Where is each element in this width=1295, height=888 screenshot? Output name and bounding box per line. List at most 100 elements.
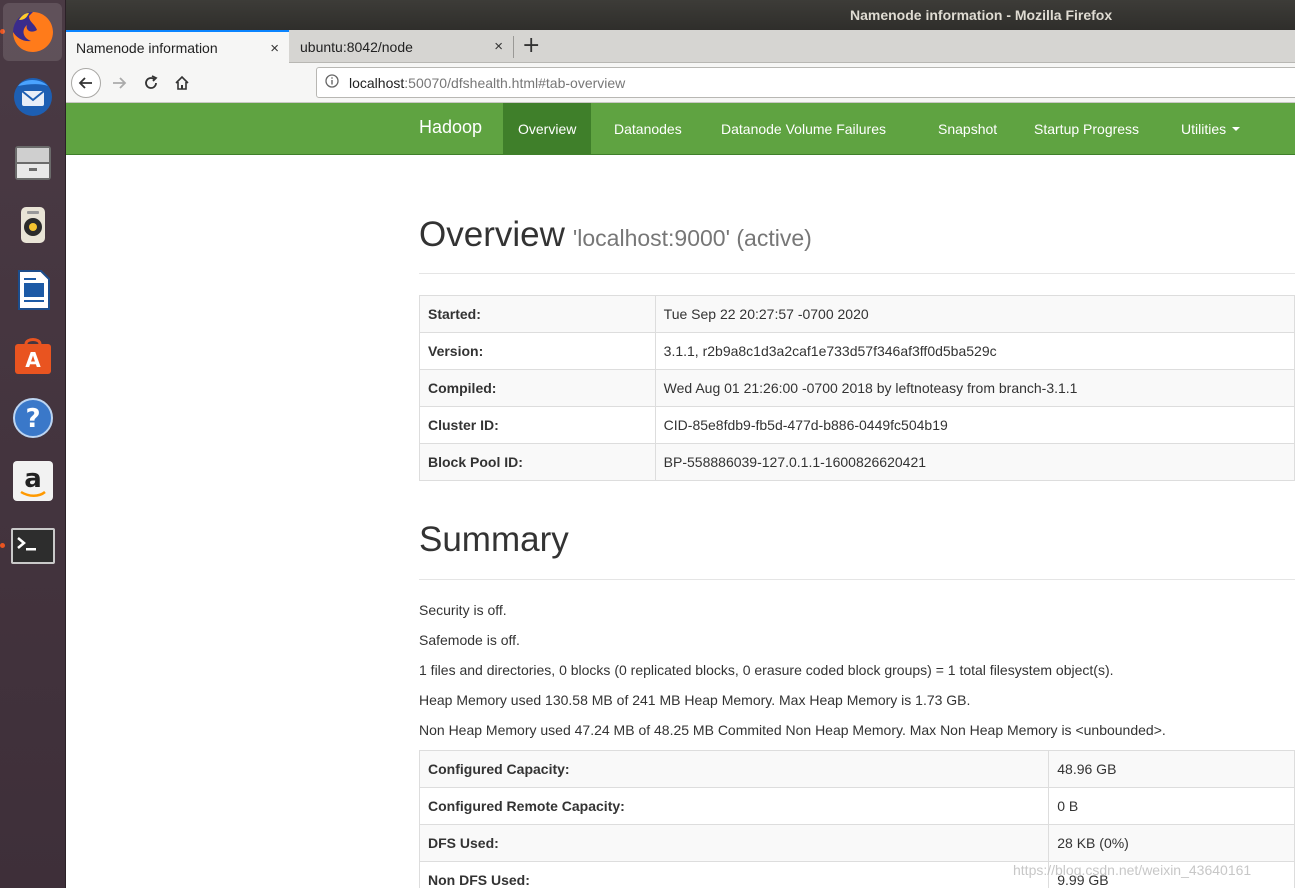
software-icon: A <box>11 332 55 376</box>
writer-icon <box>11 267 55 311</box>
navigation-toolbar: localhost:50070/dfshealth.html#tab-overv… <box>66 63 1295 103</box>
new-tab-button[interactable]: + <box>522 33 540 58</box>
overview-title: Overview <box>419 215 565 254</box>
table-row: Configured Capacity: 48.96 GB <box>418 750 1295 788</box>
tab-namenode[interactable]: Namenode information × <box>66 30 289 64</box>
nav-label: Datanodes <box>614 120 682 137</box>
home-button[interactable] <box>167 68 197 98</box>
table-row: Started: Tue Sep 22 20:27:57 -0700 2020 <box>419 295 1295 333</box>
firefox-icon <box>9 8 57 56</box>
nav-datanodes[interactable]: Datanodes <box>599 103 697 154</box>
row-value: 3.1.1, r2b9a8c1d3a2caf1e733d57f346af3ff0… <box>654 332 1295 370</box>
forward-button[interactable] <box>104 68 134 98</box>
rhythmbox-icon <box>11 203 55 247</box>
summary-heading: Summary <box>419 520 569 560</box>
nav-overview[interactable]: Overview <box>503 103 592 154</box>
row-key: Version: <box>419 332 656 370</box>
nav-label: Snapshot <box>938 120 998 137</box>
help-launcher[interactable]: ? <box>3 389 62 447</box>
terminal-icon <box>10 526 56 566</box>
heap-memory: Heap Memory used 130.58 MB of 241 MB Hea… <box>419 692 971 708</box>
rhythmbox-launcher[interactable] <box>3 196 62 254</box>
filesystem-objects: 1 files and directories, 0 blocks (0 rep… <box>419 662 1114 678</box>
row-value: Tue Sep 22 20:27:57 -0700 2020 <box>654 295 1295 333</box>
nav-utilities[interactable]: Utilities <box>1166 103 1255 154</box>
row-value: 0 B <box>1048 787 1295 825</box>
nav-snapshot[interactable]: Snapshot <box>923 103 1012 154</box>
thunderbird-launcher[interactable] <box>3 68 62 126</box>
table-row: Configured Remote Capacity: 0 B <box>418 787 1295 825</box>
tab-label: ubuntu:8042/node <box>300 38 413 55</box>
tab-node[interactable]: ubuntu:8042/node × <box>290 30 513 63</box>
row-key: Cluster ID: <box>419 406 656 444</box>
table-row: Block Pool ID: BP-558886039-127.0.1.1-160… <box>419 443 1295 481</box>
terminal-launcher[interactable] <box>3 517 62 575</box>
files-launcher[interactable] <box>3 133 62 191</box>
url-bar[interactable]: localhost:50070/dfshealth.html#tab-overv… <box>316 67 1295 98</box>
reload-icon <box>145 75 158 89</box>
table-row: Version: 3.1.1, r2b9a8c1d3a2caf1e733d57f3… <box>419 332 1295 370</box>
table-row: Cluster ID: CID-85e8fdb9-fb5d-477d-b886-0… <box>419 406 1295 444</box>
svg-text:A: A <box>25 348 41 372</box>
thunderbird-icon <box>10 74 56 120</box>
close-tab-icon[interactable]: × <box>494 38 503 55</box>
window-title: Namenode information - Mozilla Firefox <box>850 7 1113 23</box>
overview-table: Started: Tue Sep 22 20:27:57 -0700 2020 V… <box>419 295 1295 481</box>
nav-label: Overview <box>518 120 577 137</box>
row-value: CID-85e8fdb9-fb5d-477d-b886-0449fc504b19 <box>654 406 1295 444</box>
nav-startup-progress[interactable]: Startup Progress <box>1019 103 1154 154</box>
home-icon <box>175 75 189 90</box>
row-key: DFS Used: <box>418 824 1050 862</box>
nav-label: Utilities <box>1181 120 1227 137</box>
row-key: Non DFS Used: <box>418 861 1050 888</box>
writer-launcher[interactable] <box>3 260 62 318</box>
url-path: :50070/dfshealth.html#tab-overview <box>404 74 626 91</box>
help-icon: ? <box>11 396 55 440</box>
row-value: BP-558886039-127.0.1.1-1600826620421 <box>654 443 1295 481</box>
back-arrow-icon <box>78 77 92 89</box>
forward-arrow-icon <box>113 77 127 89</box>
info-icon[interactable] <box>325 74 349 91</box>
firefox-launcher[interactable] <box>3 3 62 61</box>
software-launcher[interactable]: A <box>3 325 62 383</box>
reload-button[interactable] <box>136 68 166 98</box>
summary-title: Summary <box>419 520 569 559</box>
window-titlebar: Namenode information - Mozilla Firefox <box>66 0 1295 30</box>
tab-separator <box>513 36 514 58</box>
row-key: Configured Remote Capacity: <box>418 787 1050 825</box>
nav-label: Startup Progress <box>1034 120 1140 137</box>
row-key: Started: <box>419 295 656 333</box>
svg-text:a: a <box>24 464 42 494</box>
row-value: Wed Aug 01 21:26:00 -0700 2018 by leftno… <box>654 369 1295 407</box>
row-key: Block Pool ID: <box>419 443 656 481</box>
overview-subtitle: 'localhost:9000' (active) <box>572 225 812 251</box>
back-button[interactable] <box>71 68 101 98</box>
tab-strip: Namenode information × ubuntu:8042/node … <box>66 30 1295 64</box>
table-row: DFS Used: 28 KB (0%) <box>418 824 1295 862</box>
row-value: 48.96 GB <box>1048 750 1295 788</box>
launcher: A ? a <box>0 0 66 888</box>
watermark: https://blog.csdn.net/weixin_43640161 <box>1013 862 1252 878</box>
safemode-status: Safemode is off. <box>419 632 520 648</box>
non-heap-memory: Non Heap Memory used 47.24 MB of 48.25 M… <box>419 722 1166 738</box>
table-row: Compiled: Wed Aug 01 21:26:00 -0700 2018 … <box>419 369 1295 407</box>
close-tab-icon[interactable]: × <box>270 40 279 57</box>
row-key: Compiled: <box>419 369 656 407</box>
nav-label: Datanode Volume Failures <box>721 120 886 137</box>
nav-datanode-volume-failures[interactable]: Datanode Volume Failures <box>706 103 901 154</box>
amazon-launcher[interactable]: a <box>3 452 62 510</box>
tab-label: Namenode information <box>76 40 218 56</box>
files-icon <box>11 140 55 184</box>
divider <box>419 273 1295 274</box>
row-value: 28 KB (0%) <box>1048 824 1295 862</box>
hadoop-navbar: Hadoop Overview Datanodes Datanode Volum… <box>66 103 1295 155</box>
svg-text:?: ? <box>25 404 40 434</box>
url-host: localhost <box>349 74 405 91</box>
divider <box>419 579 1295 580</box>
caret-down-icon <box>1232 126 1241 131</box>
amazon-icon: a <box>11 459 55 503</box>
row-key: Configured Capacity: <box>418 750 1050 788</box>
overview-heading: Overview 'localhost:9000' (active) <box>419 215 812 255</box>
security-status: Security is off. <box>419 602 507 618</box>
hadoop-brand[interactable]: Hadoop <box>419 117 482 138</box>
